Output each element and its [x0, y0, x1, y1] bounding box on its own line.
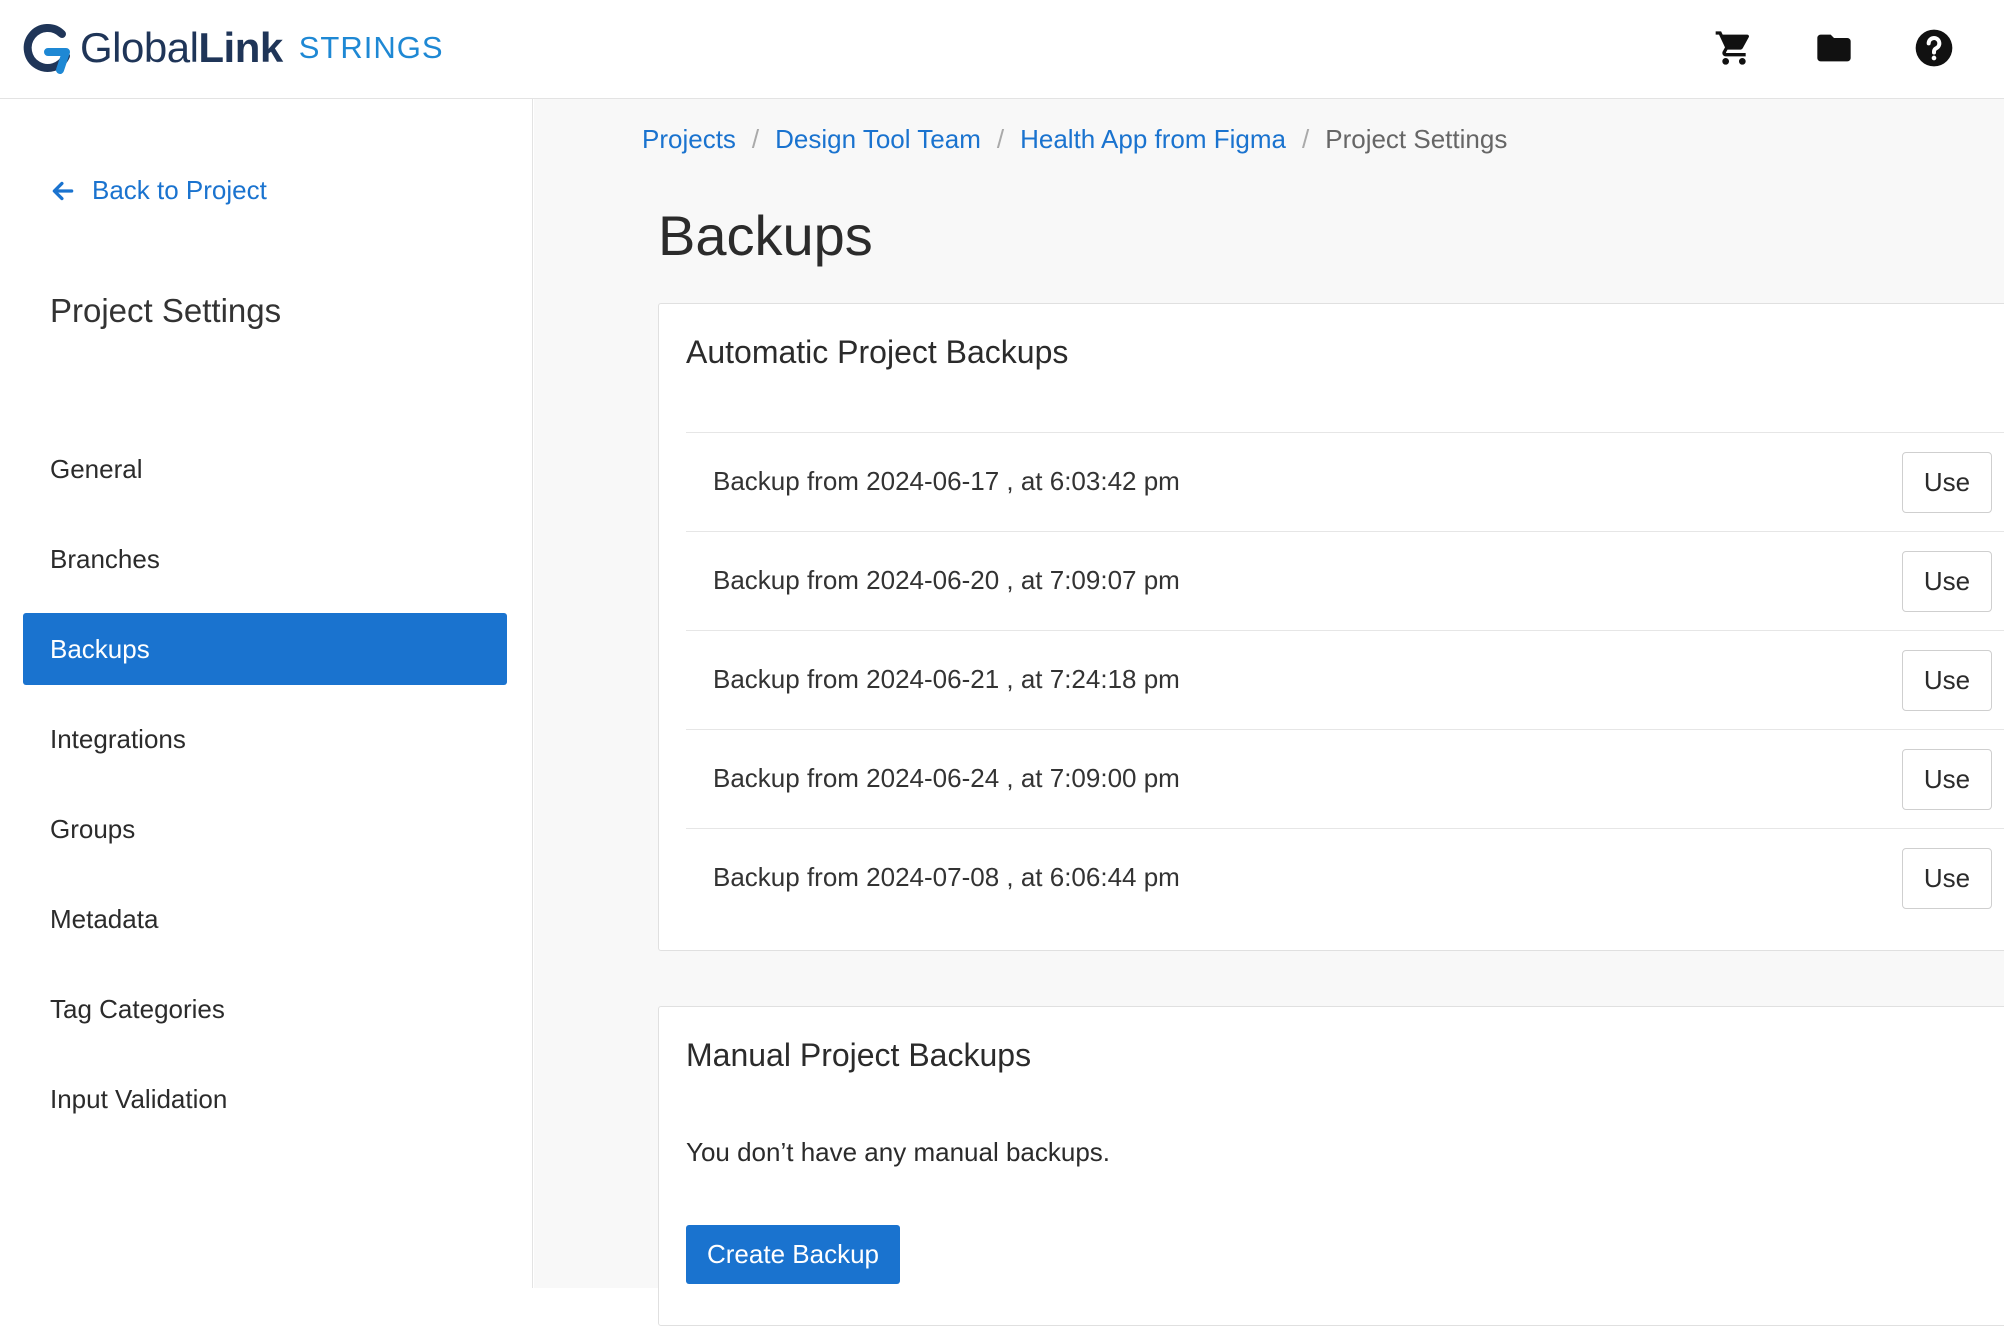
sidebar-item-general[interactable]: General: [23, 433, 507, 505]
page-title: Backups: [658, 204, 873, 267]
top-header: GlobalLink STRINGS: [0, 0, 2004, 99]
folder-icon[interactable]: [1812, 26, 1856, 70]
help-icon[interactable]: [1912, 26, 1956, 70]
sidebar-item-backups[interactable]: Backups: [23, 613, 507, 685]
sidebar-item-integrations[interactable]: Integrations: [23, 703, 507, 775]
breadcrumb: Projects / Design Tool Team / Health App…: [642, 124, 1507, 155]
use-backup-button[interactable]: Use: [1902, 749, 1992, 810]
create-backup-button[interactable]: Create Backup: [686, 1225, 900, 1284]
main-content: Projects / Design Tool Team / Health App…: [534, 99, 2004, 1326]
arrow-left-icon: [52, 181, 74, 200]
header-actions: [1712, 26, 1956, 70]
automatic-backups-title: Automatic Project Backups: [686, 334, 1069, 370]
backup-row: Backup from 2024-06-21 , at 7:24:18 pm U…: [686, 630, 2004, 729]
sidebar-item-input-validation[interactable]: Input Validation: [23, 1063, 507, 1135]
sidebar-section-title: Project Settings: [50, 292, 282, 329]
globallink-logo-icon: [23, 24, 70, 74]
breadcrumb-current: Project Settings: [1325, 124, 1508, 154]
logo-product-name: STRINGS: [298, 30, 444, 65]
backup-label: Backup from 2024-06-21 , at 7:24:18 pm: [713, 664, 1180, 694]
sidebar-item-tag-categories[interactable]: Tag Categories: [23, 973, 507, 1045]
backup-row: Backup from 2024-06-20 , at 7:09:07 pm U…: [686, 531, 2004, 630]
breadcrumb-separator: /: [1302, 124, 1310, 154]
breadcrumb-project[interactable]: Health App from Figma: [1020, 124, 1286, 155]
cart-icon[interactable]: [1712, 26, 1756, 70]
manual-backups-card: Manual Project Backups You don’t have an…: [658, 1006, 2004, 1326]
backup-row: Backup from 2024-07-08 , at 6:06:44 pm U…: [686, 828, 2004, 927]
backup-label: Backup from 2024-06-20 , at 7:09:07 pm: [713, 565, 1180, 595]
globallink-logo[interactable]: GlobalLink STRINGS: [22, 20, 444, 76]
sidebar-item-groups[interactable]: Groups: [23, 793, 507, 865]
automatic-backups-card: Automatic Project Backups Backup from 20…: [658, 303, 2004, 951]
back-to-project-label: Back to Project: [92, 175, 267, 205]
automatic-backups-list: Backup from 2024-06-17 , at 6:03:42 pm U…: [686, 432, 2004, 927]
back-to-project-link[interactable]: Back to Project: [50, 175, 267, 206]
use-backup-button[interactable]: Use: [1902, 848, 1992, 909]
breadcrumb-separator: /: [996, 124, 1005, 154]
backup-row: Backup from 2024-06-24 , at 7:09:00 pm U…: [686, 729, 2004, 828]
sidebar-item-metadata[interactable]: Metadata: [23, 883, 507, 955]
breadcrumb-projects[interactable]: Projects: [642, 124, 736, 155]
backup-row: Backup from 2024-06-17 , at 6:03:42 pm U…: [686, 432, 2004, 531]
use-backup-button[interactable]: Use: [1902, 452, 1992, 513]
sidebar-item-branches[interactable]: Branches: [23, 523, 507, 595]
use-backup-button[interactable]: Use: [1902, 551, 1992, 612]
backup-label: Backup from 2024-06-24 , at 7:09:00 pm: [713, 763, 1180, 793]
settings-nav: General Branches Backups Integrations Gr…: [23, 433, 507, 1153]
manual-backups-title: Manual Project Backups: [686, 1037, 1032, 1073]
settings-sidebar: Back to Project Project Settings General…: [0, 99, 533, 1288]
breadcrumb-separator: /: [751, 124, 760, 154]
backup-label: Backup from 2024-07-08 , at 6:06:44 pm: [713, 862, 1180, 892]
breadcrumb-team[interactable]: Design Tool Team: [775, 124, 981, 155]
use-backup-button[interactable]: Use: [1902, 650, 1992, 711]
logo-wordmark: GlobalLink: [80, 24, 283, 71]
backup-label: Backup from 2024-06-17 , at 6:03:42 pm: [713, 466, 1180, 496]
manual-backups-empty-message: You don’t have any manual backups.: [686, 1137, 1111, 1167]
